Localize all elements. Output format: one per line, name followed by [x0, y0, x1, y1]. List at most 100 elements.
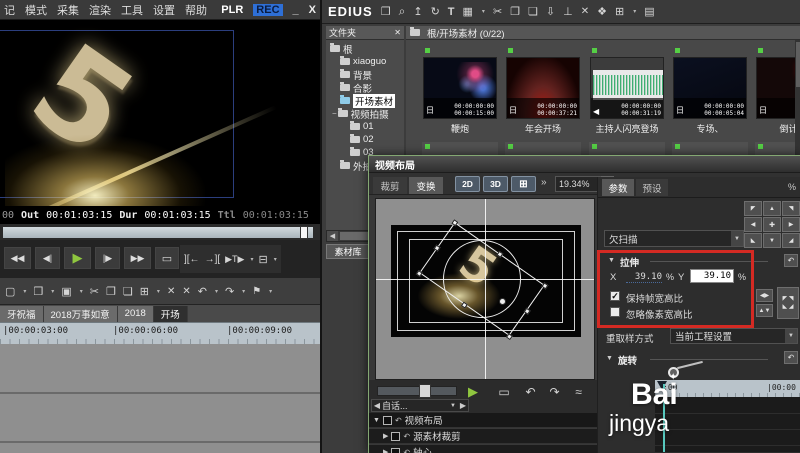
tree-item-root[interactable]: 根 — [326, 42, 404, 56]
tree-item-selected[interactable]: 开场素材 — [326, 93, 404, 108]
add-to-timeline-icon[interactable]: ⇩ — [546, 5, 555, 18]
resize-handle[interactable] — [433, 244, 441, 252]
sequence-tab[interactable]: 牙祝福 — [0, 305, 44, 322]
center-button[interactable]: ✚ — [763, 217, 781, 232]
underscan-dropdown[interactable]: 欠扫描 ▼ — [604, 230, 744, 247]
tree-item[interactable]: 合影 — [326, 81, 404, 95]
fit-frame-button[interactable]: ◤ ◥ ◣ ◢ — [777, 287, 799, 319]
tab-transform[interactable]: 变换 — [409, 177, 443, 194]
timeline-track-area[interactable] — [0, 344, 368, 453]
cut-icon[interactable]: ✂ — [90, 285, 99, 298]
dialog-monitor-button[interactable]: ▭ — [493, 383, 515, 401]
dialog-curve-button[interactable]: ≈ — [569, 383, 588, 401]
menu-item-tools[interactable]: 工具 — [121, 2, 143, 18]
open-project-icon[interactable]: ❒ — [33, 285, 43, 298]
keyframe-preset-spinner[interactable]: ◀ 自话... ▼ ▶ — [371, 399, 469, 412]
frame-back-button[interactable]: ◀| — [35, 247, 60, 269]
nudge-down-button[interactable]: ▼ — [763, 233, 781, 248]
view-3d-button[interactable]: 3D — [483, 176, 508, 192]
track-checkbox[interactable] — [391, 431, 401, 441]
nudge-down-left-button[interactable]: ◣ — [744, 233, 762, 248]
expand-icon[interactable]: » — [541, 177, 547, 188]
nudge-right-button[interactable]: ▶ — [782, 217, 800, 232]
clip-thumbnail[interactable]: 10 日00:00:000:00:0 — [756, 57, 800, 119]
tab-crop[interactable]: 裁剪 — [373, 177, 407, 194]
preview-slider-track[interactable] — [377, 386, 457, 396]
capture-list-icon[interactable]: ▤ — [644, 5, 654, 18]
nudge-up-right-button[interactable]: ◥ — [782, 201, 800, 216]
minimize-button[interactable]: _ — [293, 4, 299, 16]
menu-item-settings[interactable]: 设置 — [153, 2, 175, 18]
paste-icon[interactable]: ❏ — [123, 285, 133, 298]
clip-thumbnail[interactable]: 日 00:00:00:00 00:00:15:00 — [423, 57, 497, 119]
tree-item[interactable]: xiaoguo — [326, 55, 404, 68]
nudge-left-button[interactable]: ◀ — [744, 217, 762, 232]
tree-item-expandable[interactable]: − 视频拍摄 — [326, 107, 404, 121]
display-mode-button[interactable]: ⊟ — [258, 253, 267, 266]
redo-icon[interactable]: ↷ — [225, 285, 234, 298]
library-button[interactable]: 素材库 — [326, 244, 370, 259]
tree-item[interactable]: 02 — [326, 133, 404, 146]
expander-icon[interactable]: ▼ — [373, 417, 380, 424]
frame-forward-button[interactable]: |▶ — [95, 247, 120, 269]
bin-clip[interactable]: 日 00:00:00:00 00:00:37:21 年会开场 — [505, 46, 581, 142]
scrub-bar-fill[interactable] — [3, 227, 313, 238]
view-multi-button[interactable]: ⊞ — [511, 176, 536, 192]
scrollbar-thumb[interactable] — [796, 42, 800, 87]
stretch-reset-button[interactable]: ↶ — [784, 254, 798, 267]
dropdown-caret-icon[interactable]: ▼ — [785, 329, 797, 343]
menu-item-mode[interactable]: 模式 — [25, 2, 47, 18]
timeline-ruler[interactable]: |00:00:03:00 |00:00:06:00 |00:00:09:00 |… — [0, 322, 391, 344]
undo-icon[interactable]: ↶ — [198, 285, 207, 298]
nudge-up-button[interactable]: ▲ — [763, 201, 781, 216]
paste-icon[interactable]: ❏ — [528, 5, 538, 18]
resize-handle[interactable] — [451, 219, 459, 227]
media-icon[interactable]: ▦ — [463, 5, 473, 18]
ripple-delete-icon[interactable]: ✕ — [167, 286, 175, 297]
track-checkbox[interactable] — [382, 415, 392, 425]
tab-presets[interactable]: 预设 — [636, 179, 668, 196]
nudge-up-left-button[interactable]: ◤ — [744, 201, 762, 216]
title-tool-icon[interactable]: T — [448, 6, 455, 18]
scrub-handle[interactable] — [300, 226, 308, 239]
goto-in-button[interactable]: ][← — [184, 254, 200, 265]
section-expander-icon[interactable]: ▼ — [606, 355, 613, 362]
bin-vscrollbar[interactable] — [795, 40, 800, 155]
dialog-undo-button[interactable]: ↶ — [521, 383, 540, 401]
media-caret-icon[interactable]: ▾ — [482, 8, 485, 15]
track-checkbox[interactable] — [391, 447, 401, 453]
close-button[interactable]: X — [309, 4, 316, 16]
bin-clip[interactable]: 10 日00:00:000:00:0 倒计时 — [755, 46, 800, 142]
rewind-button[interactable]: ◀◀ — [4, 247, 31, 269]
scroll-left-icon[interactable]: ◀ — [327, 231, 338, 241]
fast-forward-button[interactable]: ▶▶ — [124, 247, 151, 269]
rec-toggle[interactable]: REC — [253, 3, 283, 16]
menu-item-partial[interactable]: 记 — [4, 2, 15, 18]
export-icon[interactable]: ↥ — [413, 5, 422, 18]
open-project-caret-icon[interactable]: ▾ — [51, 288, 54, 295]
stretch-vertical-button[interactable]: ▲▼ — [756, 304, 773, 317]
overwrite-icon[interactable]: ⊥ — [563, 5, 573, 18]
tree-item[interactable]: 01 — [326, 120, 404, 133]
goto-out-button[interactable]: →][ — [205, 254, 221, 265]
effects-icon[interactable]: ❖ — [597, 5, 607, 18]
restore-icon[interactable]: ↻ — [431, 5, 440, 18]
folder-panel-close-icon[interactable]: ✕ — [394, 28, 401, 37]
bin-clip[interactable]: 日 00:00:00:00 00:00:05:04 专场、 — [672, 46, 748, 142]
sequence-tab[interactable]: 2018万事如意 — [43, 305, 118, 322]
add-between-caret-icon[interactable]: ▾ — [157, 288, 160, 295]
bin-clip-partial[interactable] — [672, 142, 748, 155]
plr-toggle[interactable]: PLR — [221, 4, 243, 16]
bin-clip-partial[interactable] — [755, 142, 800, 155]
display-mode-caret-icon[interactable]: ▾ — [274, 256, 277, 263]
search-icon[interactable]: ⌕ — [399, 4, 406, 19]
zoom-level-box[interactable]: 19.34% — [555, 176, 601, 192]
save-project-caret-icon[interactable]: ▾ — [80, 288, 83, 295]
view-2d-button[interactable]: 2D — [455, 176, 480, 192]
scrub-bar-track[interactable] — [0, 224, 320, 240]
cut-icon[interactable]: ✂ — [493, 5, 502, 18]
sequence-tab[interactable]: 2018 — [117, 305, 154, 322]
bin-clip-partial[interactable] — [589, 142, 665, 155]
marker-caret-icon[interactable]: ▾ — [269, 288, 272, 295]
expander-icon[interactable]: ▶ — [383, 448, 388, 453]
